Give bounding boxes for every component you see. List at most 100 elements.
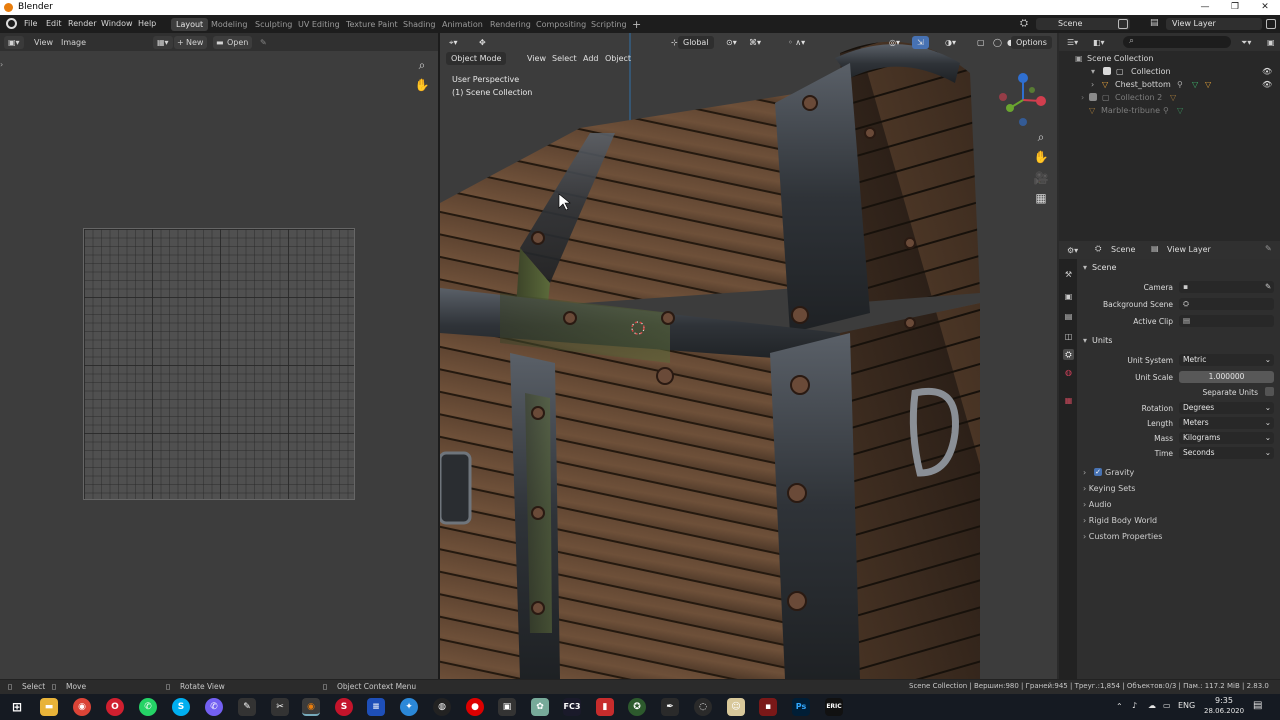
- menu-window[interactable]: Window: [101, 19, 133, 28]
- opera-icon[interactable]: O: [106, 698, 124, 716]
- editor-type-icon[interactable]: ▣▾: [4, 36, 24, 49]
- blender-taskbar-icon[interactable]: ◉: [302, 698, 320, 716]
- eric-app-icon[interactable]: ERIC: [825, 698, 843, 716]
- pivot-icon[interactable]: ⊙▾: [721, 36, 742, 49]
- unit-scale-field[interactable]: 1.000000: [1179, 371, 1274, 383]
- collapse-arrow-icon[interactable]: ▾: [1083, 336, 1087, 345]
- expand-arrow-icon[interactable]: ›: [1081, 91, 1084, 104]
- overlay-toggle-icon[interactable]: ◑▾: [940, 36, 961, 49]
- tool-tab-icon[interactable]: ⚒: [1063, 269, 1074, 280]
- display-mode-icon[interactable]: ◧▾: [1089, 36, 1109, 49]
- stack-app-icon[interactable]: ≡: [367, 698, 385, 716]
- red-app-icon[interactable]: ▪: [759, 698, 777, 716]
- windows-start-icon[interactable]: ⊞: [8, 698, 26, 716]
- menu-render[interactable]: Render: [68, 19, 96, 28]
- camera-view-icon[interactable]: 🎥: [1033, 170, 1049, 186]
- microphone-icon[interactable]: ♪: [1132, 701, 1137, 710]
- tab-uv-editing[interactable]: UV Editing: [293, 18, 345, 31]
- active-clip-field[interactable]: ▤: [1179, 315, 1274, 327]
- viewport-editor-type-icon[interactable]: ⌖▾: [444, 36, 463, 49]
- outliner-row-collection-2[interactable]: › ▢ Collection 2 ▽: [1059, 91, 1280, 104]
- viewport-object-menu[interactable]: Object: [600, 52, 636, 65]
- collection-checkbox[interactable]: [1089, 93, 1097, 101]
- figure-app-icon[interactable]: ☺: [727, 698, 745, 716]
- tab-compositing[interactable]: Compositing: [531, 18, 591, 31]
- tab-animation[interactable]: Animation: [437, 18, 488, 31]
- custom-properties-panel[interactable]: › Custom Properties: [1083, 532, 1162, 541]
- 3d-viewport[interactable]: [440, 33, 1057, 679]
- new-image-button[interactable]: + New: [174, 36, 208, 49]
- outliner-row-chest-bottom[interactable]: › ▽ Chest_bottom ⚲ ▽ ▽ 👁: [1059, 78, 1280, 91]
- hand-pan-icon[interactable]: ✋: [414, 77, 430, 93]
- gizmo-toggle-icon[interactable]: ⇲: [912, 36, 929, 49]
- pin-icon[interactable]: ✎: [256, 36, 271, 49]
- proportional-edit-icon[interactable]: ◦ ∧▾: [783, 36, 810, 49]
- visibility-icon[interactable]: ◎▾: [884, 36, 905, 49]
- outliner-editor-type-icon[interactable]: ☰▾: [1063, 36, 1082, 49]
- eyedropper-icon[interactable]: ✎: [1265, 281, 1271, 293]
- options-dropdown[interactable]: Options: [1011, 36, 1052, 49]
- gravity-checkbox[interactable]: ✓: [1094, 468, 1102, 476]
- open-image-button[interactable]: ▬ Open: [213, 36, 253, 49]
- mass-dropdown[interactable]: Kilograms ⌄: [1179, 432, 1274, 444]
- record-icon[interactable]: ●: [466, 698, 484, 716]
- camera-field[interactable]: ▪ ✎: [1179, 281, 1274, 293]
- skype-icon[interactable]: S: [172, 698, 190, 716]
- image-view-menu[interactable]: View: [30, 36, 57, 49]
- outliner-row-scene-collection[interactable]: ▣ Scene Collection: [1059, 52, 1280, 65]
- onedrive-icon[interactable]: ☁: [1148, 701, 1156, 710]
- gravity-panel[interactable]: › ✓ Gravity: [1083, 468, 1134, 477]
- outliner-search-input[interactable]: ⌕: [1123, 36, 1231, 48]
- unit-system-dropdown[interactable]: Metric ⌄: [1179, 354, 1274, 366]
- background-scene-field[interactable]: ⛭: [1179, 298, 1274, 310]
- copy-scene-icon[interactable]: [1118, 19, 1128, 29]
- photoshop-icon[interactable]: Ps: [792, 698, 810, 716]
- notification-icon[interactable]: ▤: [1253, 700, 1262, 711]
- scene-panel-title[interactable]: Scene: [1092, 263, 1116, 272]
- browser-app-icon[interactable]: ✦: [400, 698, 418, 716]
- rotation-dropdown[interactable]: Degrees ⌄: [1179, 402, 1274, 414]
- navigation-gizmo[interactable]: [998, 70, 1050, 128]
- network-icon[interactable]: ▭: [1163, 701, 1171, 710]
- whatsapp-icon[interactable]: ✆: [139, 698, 157, 716]
- viewport-select-menu[interactable]: Select: [547, 52, 582, 65]
- blender-menu-icon[interactable]: [6, 18, 17, 29]
- tab-modeling[interactable]: Modeling: [206, 18, 252, 31]
- expand-arrow-icon[interactable]: ▾: [1091, 65, 1095, 78]
- viber-icon[interactable]: ✆: [205, 698, 223, 716]
- image-app-icon[interactable]: ✿: [531, 698, 549, 716]
- units-panel-title[interactable]: Units: [1092, 336, 1112, 345]
- pen-app-icon[interactable]: ✒: [661, 698, 679, 716]
- view-layer-selector[interactable]: View Layer: [1166, 18, 1262, 30]
- viewport-pan-icon[interactable]: ✋: [1033, 149, 1049, 165]
- media-app-icon[interactable]: S: [335, 698, 353, 716]
- length-dropdown[interactable]: Meters ⌄: [1179, 417, 1274, 429]
- close-button[interactable]: ✕: [1250, 0, 1280, 15]
- outliner-row-collection[interactable]: ▾ ▢ Collection 👁: [1059, 65, 1280, 78]
- tab-texture-paint[interactable]: Texture Paint: [341, 18, 403, 31]
- snap-icon[interactable]: ⌘▾: [744, 36, 766, 49]
- texture-tab-icon[interactable]: ▦: [1063, 395, 1074, 406]
- menu-file[interactable]: File: [24, 19, 37, 28]
- tab-sculpting[interactable]: Sculpting: [250, 18, 297, 31]
- obs-icon[interactable]: ◍: [433, 698, 451, 716]
- game-app-icon[interactable]: ✪: [628, 698, 646, 716]
- eye-icon[interactable]: 👁: [1262, 78, 1272, 91]
- expand-arrow-icon[interactable]: ›: [1091, 78, 1094, 91]
- render-tab-icon[interactable]: ▣: [1063, 291, 1074, 302]
- rigid-body-world-panel[interactable]: › Rigid Body World: [1083, 516, 1157, 525]
- image-image-menu[interactable]: Image: [57, 36, 90, 49]
- audio-panel[interactable]: › Audio: [1083, 500, 1112, 509]
- image-browse-icon[interactable]: ▦▾: [153, 36, 173, 49]
- archive-app-icon[interactable]: ▮: [596, 698, 614, 716]
- sidebar-toggle-icon[interactable]: ›: [0, 60, 3, 69]
- object-mode-dropdown[interactable]: Object Mode: [446, 52, 507, 65]
- menu-help[interactable]: Help: [138, 19, 156, 28]
- fc3-icon[interactable]: FC3: [563, 698, 581, 716]
- ortho-toggle-icon[interactable]: ▦: [1033, 190, 1049, 206]
- tray-chevron-icon[interactable]: ⌃: [1116, 702, 1123, 711]
- app-icon-generic[interactable]: ✎: [238, 698, 256, 716]
- menu-edit[interactable]: Edit: [46, 19, 62, 28]
- output-tab-icon[interactable]: ▤: [1063, 311, 1074, 322]
- filter-icon[interactable]: ⏷▾: [1237, 36, 1255, 49]
